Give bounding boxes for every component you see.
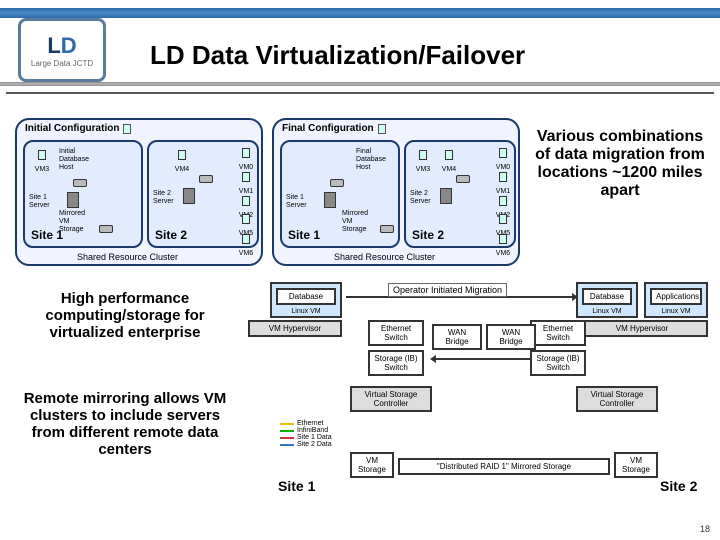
operator-migration-label: Operator Initiated Migration bbox=[388, 283, 507, 297]
server-icon bbox=[324, 192, 336, 208]
vm-icon bbox=[499, 172, 507, 182]
various-combinations-text: Various combinations of data migration f… bbox=[530, 128, 710, 200]
initial-config-title: Initial Configuration bbox=[25, 123, 131, 134]
logo-subtitle: Large Data JCTD bbox=[31, 59, 93, 68]
wan-bridge-2: WAN Bridge bbox=[486, 324, 536, 350]
disk-icon bbox=[199, 175, 213, 183]
vm-hypervisor-site1: VM Hypervisor bbox=[248, 320, 342, 337]
vm3-label: VM3 bbox=[410, 166, 436, 173]
initial-db-host-label: InitialDatabaseHost bbox=[59, 148, 99, 172]
vm-icon bbox=[499, 196, 507, 206]
wan-bridge-1: WAN Bridge bbox=[432, 324, 482, 350]
shared-cluster-label: Shared Resource Cluster bbox=[77, 252, 178, 262]
vm-icon bbox=[242, 214, 250, 224]
vm-icon bbox=[242, 196, 250, 206]
vsc-site1: Virtual Storage Controller bbox=[350, 386, 432, 412]
applications-box: Applications bbox=[650, 288, 702, 305]
mirrored-vm-label: MirroredVMStorage bbox=[342, 210, 382, 234]
vsc-site2: Virtual Storage Controller bbox=[576, 386, 658, 412]
legend-eth: Ethernet bbox=[297, 420, 323, 427]
logo: LD Large Data JCTD bbox=[18, 18, 106, 82]
site2-label: Site 2 bbox=[412, 228, 444, 242]
title-underline2 bbox=[6, 92, 714, 94]
vm-icon bbox=[499, 148, 507, 158]
server-icon bbox=[67, 192, 79, 208]
site1-db-group: Database Linux VM bbox=[270, 282, 342, 318]
final-site1: Site 1 FinalDatabaseHost Site 1Server Mi… bbox=[280, 140, 400, 248]
disk-icon bbox=[99, 225, 113, 233]
hpc-text: High performance computing/storage for v… bbox=[15, 290, 235, 341]
initial-config-panel: Initial Configuration Site 1 VM3 Initial… bbox=[15, 118, 263, 266]
legend: Ethernet InfiniBand Site 1 Data Site 2 D… bbox=[280, 420, 332, 448]
mirroring-text: Remote mirroring allows VM clusters to i… bbox=[15, 390, 235, 458]
lower-site1-label: Site 1 bbox=[278, 478, 315, 494]
title-underline bbox=[0, 82, 720, 86]
legend-s1: Site 1 Data bbox=[297, 434, 332, 441]
shared-cluster-label: Shared Resource Cluster bbox=[334, 252, 435, 262]
final-config-panel: Final Configuration Site 1 FinalDatabase… bbox=[272, 118, 520, 266]
server-icon bbox=[183, 188, 195, 204]
header-stripe bbox=[0, 8, 720, 18]
linux-vm-label: Linux VM bbox=[646, 308, 706, 315]
vm6-label: VM6 bbox=[490, 250, 516, 257]
vm-icon bbox=[242, 234, 250, 244]
linux-vm-label: Linux VM bbox=[272, 308, 340, 315]
ethernet-switch-site2: Ethernet Switch bbox=[530, 320, 586, 346]
site2-apps-group: Applications Linux VM bbox=[644, 282, 708, 318]
site2-db-group: Database Linux VM bbox=[576, 282, 638, 318]
page-title: LD Data Virtualization/Failover bbox=[150, 40, 525, 71]
site2-server-label: Site 2Server bbox=[153, 190, 174, 206]
initial-site1: Site 1 VM3 InitialDatabaseHost Site 1Ser… bbox=[23, 140, 143, 248]
vm-icon bbox=[178, 150, 186, 160]
page-number: 18 bbox=[700, 524, 710, 534]
lower-site2-label: Site 2 bbox=[660, 478, 697, 494]
ib-switch-site1: Storage (IB) Switch bbox=[368, 350, 424, 376]
disk-icon bbox=[73, 179, 87, 187]
vm-storage-site1: VM Storage bbox=[350, 452, 394, 478]
vm-icon bbox=[445, 150, 453, 160]
site2-server-label: Site 2Server bbox=[410, 190, 431, 206]
server-icon bbox=[123, 124, 131, 134]
disk-icon bbox=[330, 179, 344, 187]
site2-label: Site 2 bbox=[155, 228, 187, 242]
vm-storage-site2: VM Storage bbox=[614, 452, 658, 478]
vm-icon bbox=[499, 214, 507, 224]
vm-icon bbox=[499, 234, 507, 244]
linux-vm-label: Linux VM bbox=[578, 308, 636, 315]
distributed-raid-bar: "Distributed RAID 1" Mirrored Storage bbox=[398, 458, 610, 475]
vm-icon bbox=[242, 172, 250, 182]
logo-text: LD bbox=[47, 33, 76, 59]
server-icon bbox=[440, 188, 452, 204]
vm3-label: VM3 bbox=[29, 166, 55, 173]
disk-icon bbox=[456, 175, 470, 183]
server-icon bbox=[378, 124, 386, 134]
mirrored-vm-label: MirroredVMStorage bbox=[59, 210, 99, 234]
vm-icon bbox=[242, 148, 250, 158]
database-box: Database bbox=[276, 288, 336, 305]
vm-icon bbox=[419, 150, 427, 160]
disk-icon bbox=[380, 225, 394, 233]
initial-site2: Site 2 VM4 VM0 VM1 VM2 VM5 VM6 Site 2Ser… bbox=[147, 140, 259, 248]
vm6-label: VM6 bbox=[233, 250, 259, 257]
final-db-host-label: FinalDatabaseHost bbox=[356, 148, 396, 172]
legend-ib: InfiniBand bbox=[297, 427, 328, 434]
vm-icon bbox=[38, 150, 46, 160]
database-box: Database bbox=[582, 288, 632, 305]
ib-switch-site2: Storage (IB) Switch bbox=[530, 350, 586, 376]
ethernet-switch-site1: Ethernet Switch bbox=[368, 320, 424, 346]
site1-label: Site 1 bbox=[288, 228, 320, 242]
wan-link-arrow bbox=[436, 358, 534, 360]
vm4-label: VM4 bbox=[169, 166, 195, 173]
final-config-title-text: Final Configuration bbox=[282, 123, 374, 134]
site1-server-label: Site 1Server bbox=[286, 194, 307, 210]
final-config-title: Final Configuration bbox=[282, 123, 386, 134]
legend-s2: Site 2 Data bbox=[297, 441, 332, 448]
site1-server-label: Site 1Server bbox=[29, 194, 50, 210]
final-site2: Site 2 VM3 VM4 VM0 VM1 VM2 VM5 VM6 Site … bbox=[404, 140, 516, 248]
vm-hypervisor-site2: VM Hypervisor bbox=[576, 320, 708, 337]
initial-config-title-text: Initial Configuration bbox=[25, 123, 119, 134]
